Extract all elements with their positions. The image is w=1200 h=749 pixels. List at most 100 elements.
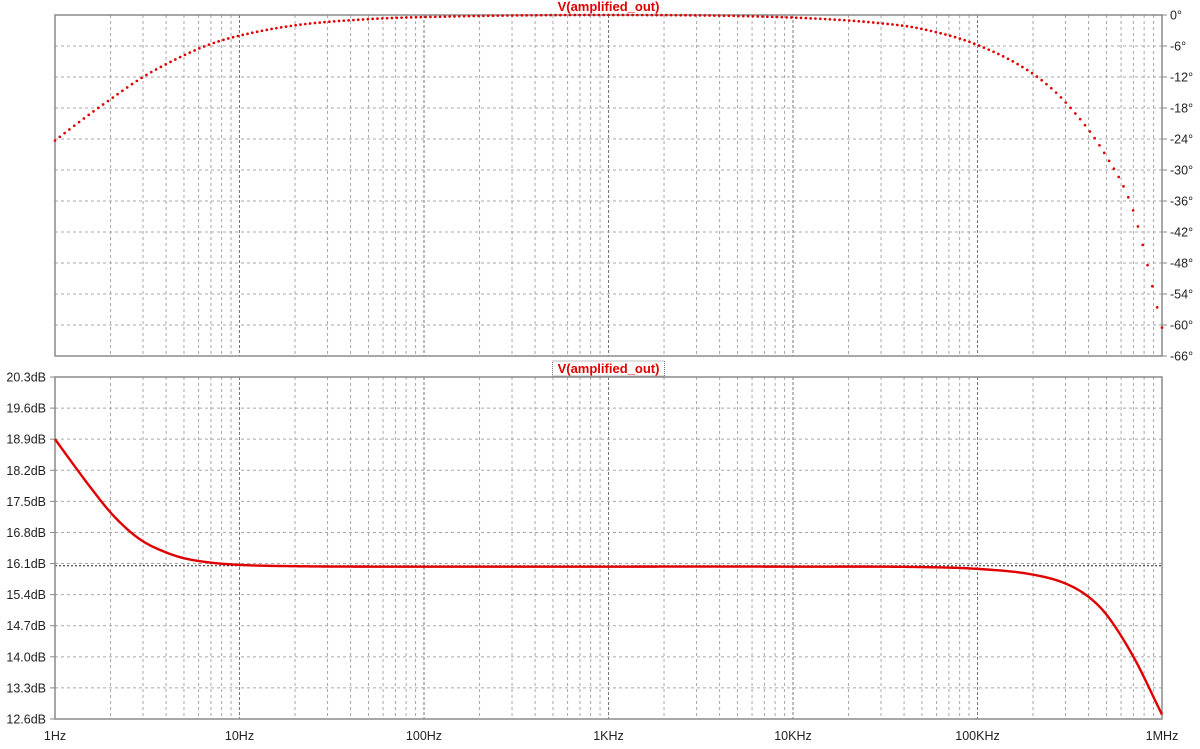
trace-point [496, 14, 500, 18]
trace-point [722, 14, 726, 18]
trace-point [549, 13, 553, 17]
y-tick-label: 17.5dB [6, 495, 46, 509]
trace-point [125, 86, 129, 89]
trace-point [708, 14, 711, 17]
trace-point [607, 13, 610, 17]
trace-point [400, 16, 403, 20]
trace-point [746, 14, 750, 18]
trace-point [737, 14, 740, 18]
trace-point [448, 15, 452, 18]
trace-point [140, 76, 143, 80]
trace-point [491, 14, 495, 18]
trace-point [68, 128, 71, 131]
trace-point [111, 96, 115, 100]
bode-plot-window: 0° -6° -12° -18° -24° -30° -36° -42° -48° -54° -60… [0, 0, 1200, 744]
trace-point [438, 15, 442, 19]
trace-point [1122, 184, 1125, 188]
trace-point [380, 17, 384, 20]
trace-point [284, 25, 288, 28]
trace-point [525, 13, 529, 17]
trace-point [929, 29, 933, 33]
trace-point [727, 14, 731, 18]
x-tick-label: 1KHz [593, 729, 624, 743]
trace-point [1126, 195, 1130, 199]
trace-point [674, 13, 678, 17]
trace-point [1098, 143, 1101, 147]
trace-point [785, 15, 788, 19]
trace-point [631, 13, 634, 17]
y-tick-label: 14.7dB [6, 619, 46, 633]
trace-point [222, 38, 225, 42]
trace-point [655, 13, 658, 17]
trace-point [1011, 60, 1015, 63]
trace-point [915, 26, 918, 30]
trace-point [236, 34, 240, 38]
trace-point [847, 19, 851, 22]
trace-point [433, 15, 437, 19]
trace-point [669, 13, 673, 17]
trace-point [116, 92, 119, 96]
y-tick-label: -24° [1170, 133, 1193, 147]
trace-point [905, 24, 909, 28]
y-tick-label: 15.4dB [6, 588, 46, 602]
trace-point [809, 16, 813, 20]
frequency-axis: 1Hz 10Hz 100Hz 1KHz 10KHz 100KHz 1MHz [44, 729, 1178, 743]
trace-point [207, 43, 211, 46]
y-tick-label: -18° [1170, 102, 1193, 116]
trace-point [804, 16, 808, 20]
y-tick-label: -66° [1170, 350, 1193, 364]
trace-point [101, 103, 105, 106]
trace-point [1049, 86, 1053, 90]
trace-point [891, 23, 894, 26]
trace-point [732, 14, 735, 18]
trace-point [814, 17, 817, 20]
x-tick-label: 10Hz [225, 729, 254, 743]
trace-point [1064, 101, 1068, 104]
trace-point [818, 17, 822, 21]
trace-point [992, 50, 995, 54]
y-tick-label: -42° [1170, 226, 1193, 240]
trace-point [688, 13, 692, 17]
trace-point [202, 45, 206, 48]
trace-point [977, 44, 981, 47]
trace-point [1117, 175, 1121, 179]
trace-point [698, 14, 702, 17]
trace-point [395, 16, 399, 20]
trace-point [1054, 91, 1058, 95]
trace-point [684, 13, 687, 17]
trace-point [87, 113, 91, 117]
trace-point [539, 13, 543, 17]
trace-point [958, 37, 962, 40]
gain-pane: 20.3dB 19.6dB 18.9dB 18.2dB 17.5dB 16.8dB 16.1… [6, 360, 1164, 727]
trace-point [1074, 112, 1077, 115]
x-tick-label: 100KHz [955, 729, 999, 743]
trace-point [419, 15, 423, 19]
trace-point [761, 15, 764, 18]
trace-point [895, 23, 899, 27]
x-tick-label: 10KHz [774, 729, 812, 743]
trace-point [794, 16, 798, 20]
y-tick-label: -60° [1170, 319, 1193, 333]
trace-point [77, 120, 81, 124]
trace-point [833, 18, 837, 21]
trace-point [693, 14, 697, 17]
trace-point [982, 46, 986, 49]
trace-point [265, 28, 269, 32]
trace-point [260, 29, 264, 33]
trace-point [1088, 130, 1092, 133]
trace-point [405, 16, 408, 19]
trace-point [583, 13, 586, 17]
trace-point [650, 13, 654, 17]
trace-point [780, 15, 784, 19]
trace-point [135, 79, 139, 83]
trace-point [775, 15, 779, 19]
trace-point [1006, 57, 1010, 61]
trace-point [520, 14, 524, 17]
y-tick-label: -6° [1170, 40, 1186, 54]
trace-point [169, 60, 172, 64]
trace-point [1069, 106, 1072, 110]
trace-point [717, 14, 721, 18]
trace-point [255, 30, 259, 34]
trace-point [289, 24, 293, 28]
trace-point [568, 13, 572, 17]
